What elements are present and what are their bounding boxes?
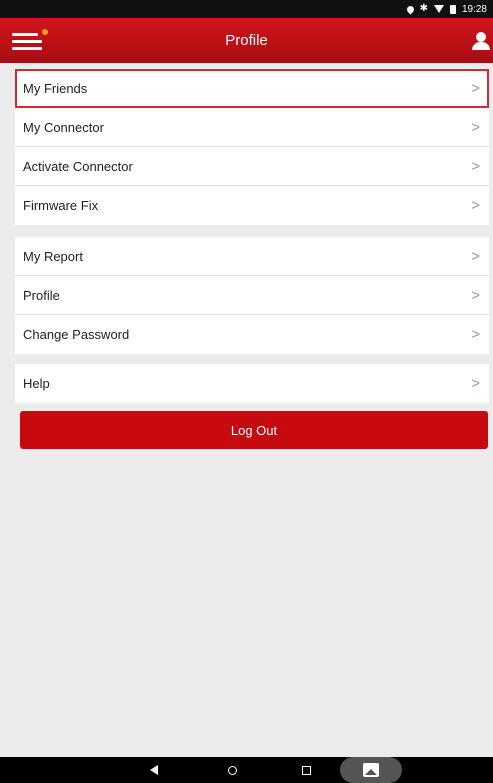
menu-item-my-connector[interactable]: My Connector >: [15, 108, 489, 147]
status-bar: ✱ 19:28: [0, 0, 493, 18]
page-title: Profile: [225, 32, 268, 49]
bluetooth-icon: ✱: [419, 3, 428, 14]
status-time: 19:28: [461, 3, 487, 15]
app-bar: Profile: [0, 18, 493, 63]
location-icon: [405, 4, 416, 14]
menu-icon[interactable]: [12, 29, 48, 53]
chevron-right-icon: >: [471, 326, 480, 343]
chevron-right-icon: >: [471, 375, 480, 392]
menu-item-label: Activate Connector: [23, 158, 133, 174]
menu-item-label: My Friends: [23, 80, 88, 96]
back-icon[interactable]: [142, 757, 166, 783]
chevron-right-icon: >: [471, 79, 480, 97]
chevron-right-icon: >: [471, 157, 480, 175]
menu-group-account: My Friends > My Connector > Activate Con…: [15, 69, 489, 225]
chevron-right-icon: >: [471, 286, 480, 304]
menu-item-activate-connector[interactable]: Activate Connector >: [15, 147, 489, 186]
system-nav-bar: [0, 757, 493, 783]
home-icon[interactable]: [222, 757, 242, 783]
screenshot-icon[interactable]: [340, 757, 402, 783]
wifi-icon: [433, 5, 444, 13]
menu-item-firmware-fix[interactable]: Firmware Fix >: [15, 186, 489, 225]
menu-item-help[interactable]: Help >: [15, 364, 489, 403]
logout-button[interactable]: Log Out: [20, 411, 488, 449]
menu-item-my-friends[interactable]: My Friends >: [15, 69, 489, 108]
chevron-right-icon: >: [471, 247, 480, 265]
notification-dot-icon: [42, 29, 48, 35]
user-icon[interactable]: [471, 30, 491, 52]
chevron-right-icon: >: [471, 197, 480, 214]
recent-apps-icon[interactable]: [296, 757, 316, 783]
menu-item-profile[interactable]: Profile >: [15, 276, 489, 315]
menu-item-label: Firmware Fix: [23, 198, 99, 213]
menu-group-settings: My Report > Profile > Change Password >: [15, 237, 489, 354]
menu-group-help: Help >: [15, 364, 489, 403]
menu-item-label: My Report: [23, 248, 83, 264]
menu-item-label: My Connector: [23, 119, 104, 135]
battery-icon: [449, 4, 456, 14]
menu-item-label: Profile: [23, 287, 60, 303]
menu-item-change-password[interactable]: Change Password >: [15, 315, 489, 354]
menu-item-label: Help: [23, 376, 50, 391]
chevron-right-icon: >: [471, 118, 480, 136]
menu-item-label: Change Password: [23, 327, 130, 342]
menu-item-my-report[interactable]: My Report >: [15, 237, 489, 276]
